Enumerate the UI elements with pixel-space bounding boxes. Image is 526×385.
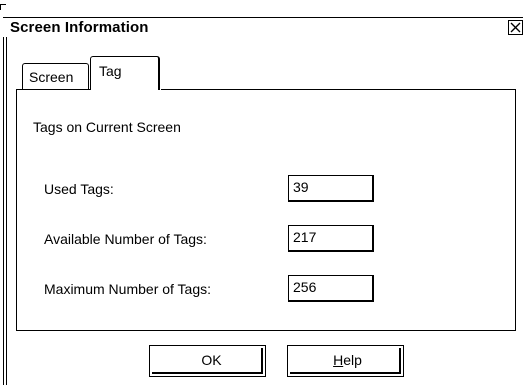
available-tags-label: Available Number of Tags: bbox=[44, 231, 207, 247]
tab-tag-label: Tag bbox=[99, 63, 122, 79]
maximum-tags-label: Maximum Number of Tags: bbox=[44, 281, 212, 297]
available-tags-field[interactable]: 217 bbox=[288, 225, 374, 252]
close-button[interactable] bbox=[508, 20, 523, 35]
window-left-inner-border bbox=[6, 37, 7, 385]
window-left-border bbox=[3, 37, 4, 385]
tab-screen-label: Screen bbox=[29, 69, 74, 85]
ok-button[interactable]: OK bbox=[149, 345, 266, 377]
tab-screen[interactable]: Screen bbox=[22, 63, 89, 89]
tab-tag[interactable]: Tag bbox=[90, 56, 160, 90]
help-button[interactable]: Help bbox=[287, 345, 404, 377]
ok-button-label: OK bbox=[201, 352, 222, 368]
help-button-label: Help bbox=[333, 352, 362, 368]
used-tags-field[interactable]: 39 bbox=[288, 175, 374, 202]
window-frame-corner-vertical bbox=[0, 4, 1, 10]
used-tags-label: Used Tags: bbox=[44, 181, 114, 197]
maximum-tags-field[interactable]: 256 bbox=[288, 275, 374, 302]
help-mnemonic: H bbox=[333, 352, 344, 368]
close-icon bbox=[510, 22, 521, 33]
screen-information-dialog: Screen Information Screen Tag Tags on Cu… bbox=[0, 0, 526, 385]
dialog-title: Screen Information bbox=[10, 19, 149, 36]
title-bar[interactable]: Screen Information bbox=[3, 17, 523, 37]
help-label-rest: elp bbox=[343, 352, 362, 368]
section-title: Tags on Current Screen bbox=[33, 119, 181, 135]
